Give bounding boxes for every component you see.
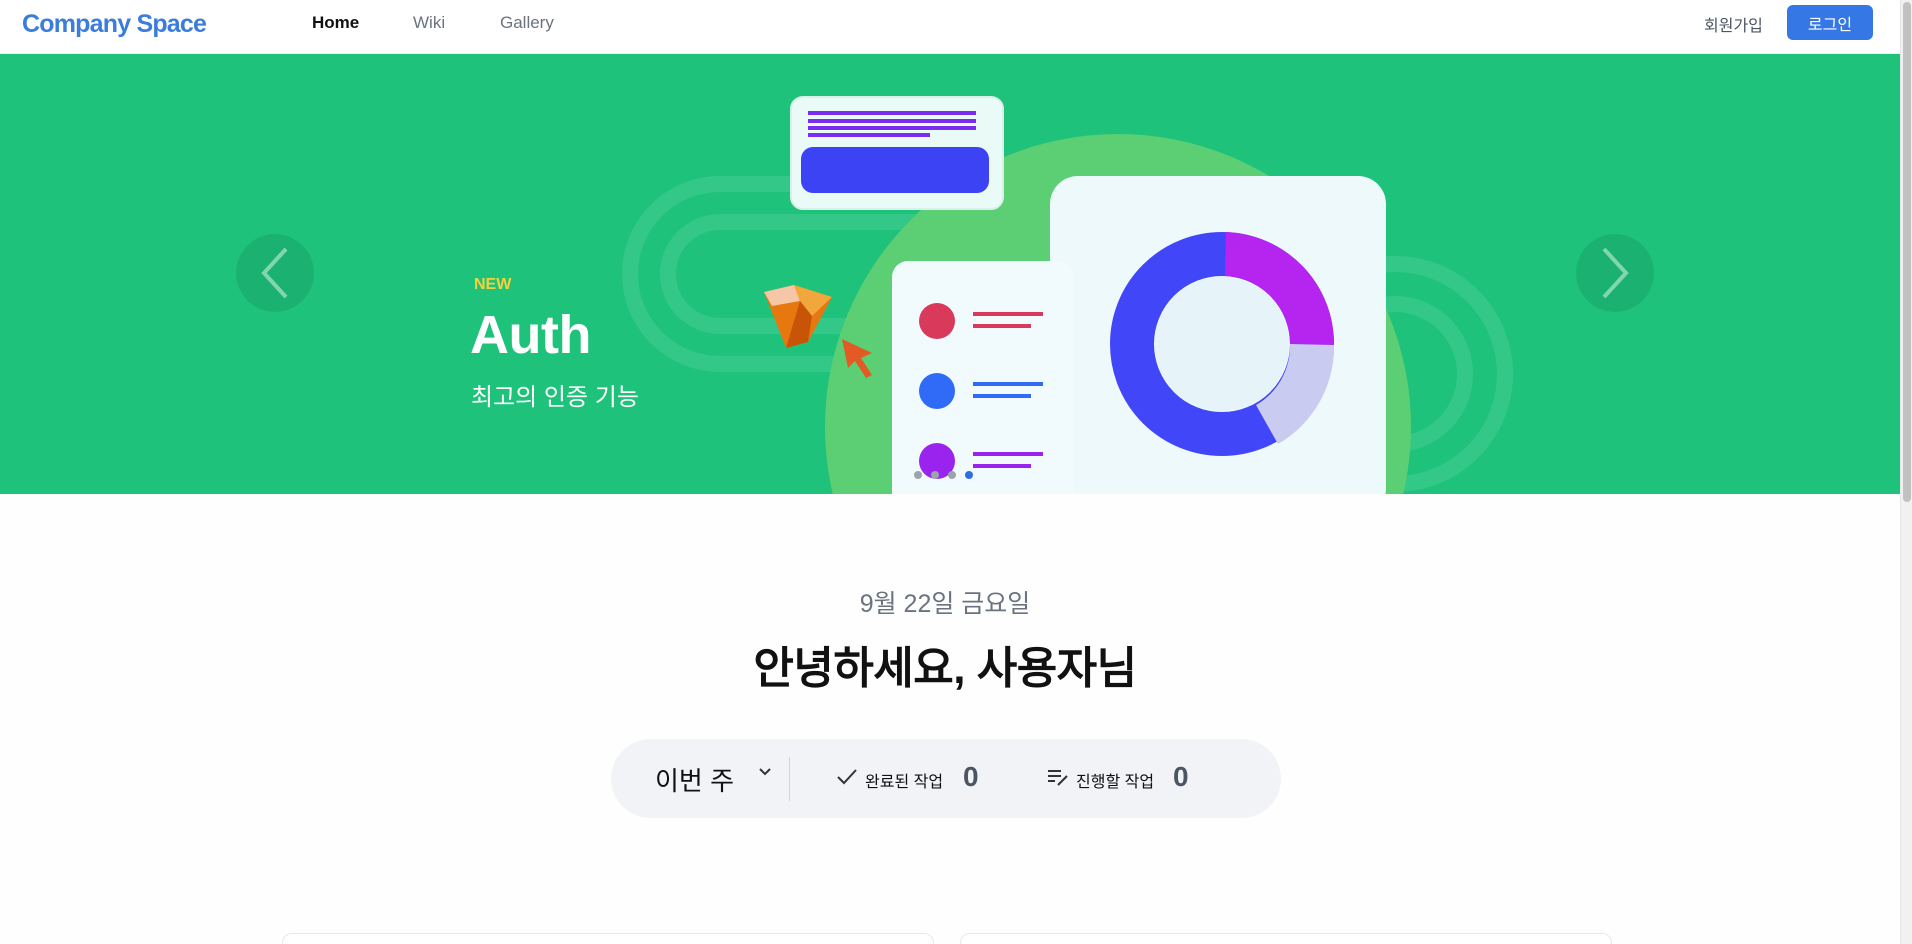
- content-card: [960, 933, 1612, 944]
- nav-link-gallery[interactable]: Gallery: [500, 13, 554, 33]
- hero-title: Auth: [470, 305, 591, 365]
- greeting-title: 안녕하세요, 사용자님: [753, 644, 1137, 693]
- nav-link-home[interactable]: Home: [312, 13, 359, 33]
- login-button[interactable]: 로그인: [1787, 5, 1873, 40]
- carousel-next-button[interactable]: [1576, 234, 1654, 312]
- carousel-indicators: [914, 471, 973, 479]
- divider: [789, 757, 790, 801]
- logo[interactable]: Company Space: [22, 10, 207, 39]
- edit-list-icon: [1048, 770, 1068, 786]
- task-stats-bar: 이번 주 완료된 작업 0 진행할 작업 0: [611, 739, 1281, 818]
- chevron-down-icon[interactable]: [758, 767, 772, 777]
- nav-link-wiki[interactable]: Wiki: [413, 13, 445, 33]
- chevron-left-icon: [261, 247, 288, 299]
- top-navbar: Company Space Home Wiki Gallery 회원가입 로그인: [0, 0, 1900, 54]
- todo-tasks-label: 진행할 작업: [1076, 774, 1155, 791]
- content-card: [282, 933, 934, 944]
- hero-carousel: NEW Auth 최고의 인증 기능: [0, 54, 1900, 494]
- hero-badge: NEW: [474, 276, 512, 293]
- scrollbar-thumb[interactable]: [1903, 2, 1911, 502]
- carousel-dot[interactable]: [914, 471, 922, 479]
- completed-tasks-label: 완료된 작업: [865, 774, 944, 791]
- chevron-right-icon: [1602, 247, 1629, 299]
- signup-link[interactable]: 회원가입: [1704, 12, 1763, 36]
- period-select[interactable]: 이번 주: [655, 761, 734, 798]
- hero-subtitle: 최고의 인증 기능: [471, 384, 639, 411]
- carousel-dot-active[interactable]: [965, 471, 973, 479]
- carousel-prev-button[interactable]: [236, 234, 314, 312]
- carousel-dot[interactable]: [931, 471, 939, 479]
- todo-tasks-count: 0: [1173, 761, 1189, 792]
- check-icon: [837, 769, 857, 785]
- completed-tasks-count: 0: [963, 761, 979, 792]
- carousel-dot[interactable]: [948, 471, 956, 479]
- page-scrollbar[interactable]: [1900, 0, 1912, 944]
- current-date: 9월 22일 금요일: [859, 590, 1031, 618]
